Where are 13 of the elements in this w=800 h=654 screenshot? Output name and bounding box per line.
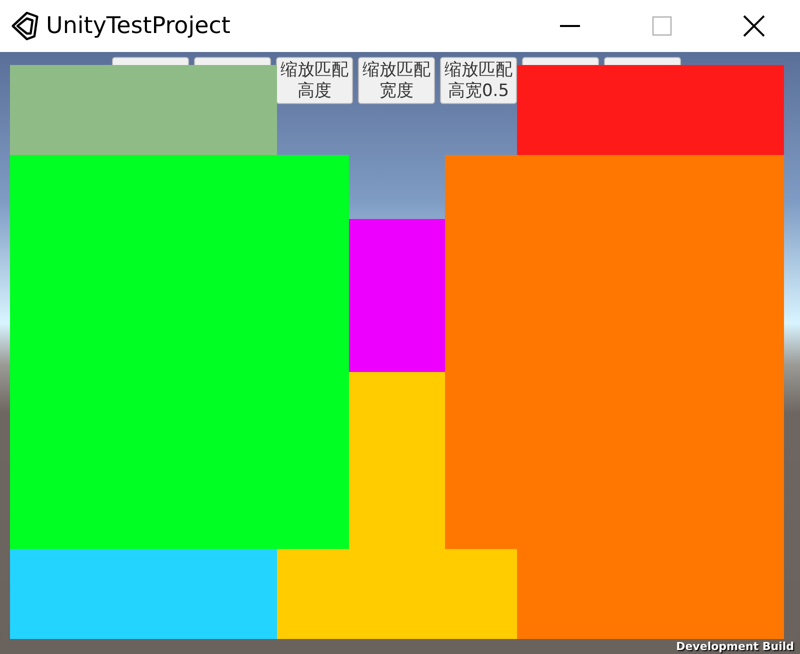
ui-button[interactable] — [604, 57, 681, 65]
development-build-label: Development Build — [676, 640, 794, 653]
ui-button[interactable] — [194, 57, 271, 65]
maximize-icon — [652, 16, 672, 36]
window-title: UnityTestProject — [46, 13, 230, 39]
ui-button[interactable]: 缩放匹配 高宽0.5 — [440, 57, 517, 104]
ui-button[interactable] — [112, 57, 189, 65]
ui-button[interactable]: 缩放匹配 高度 — [276, 57, 353, 104]
ui-button[interactable]: 缩放匹配 宽度 — [358, 57, 435, 104]
ui-button[interactable] — [522, 57, 599, 65]
minimize-icon — [560, 25, 580, 27]
unity-logo-icon — [10, 11, 40, 41]
close-icon — [743, 15, 765, 37]
